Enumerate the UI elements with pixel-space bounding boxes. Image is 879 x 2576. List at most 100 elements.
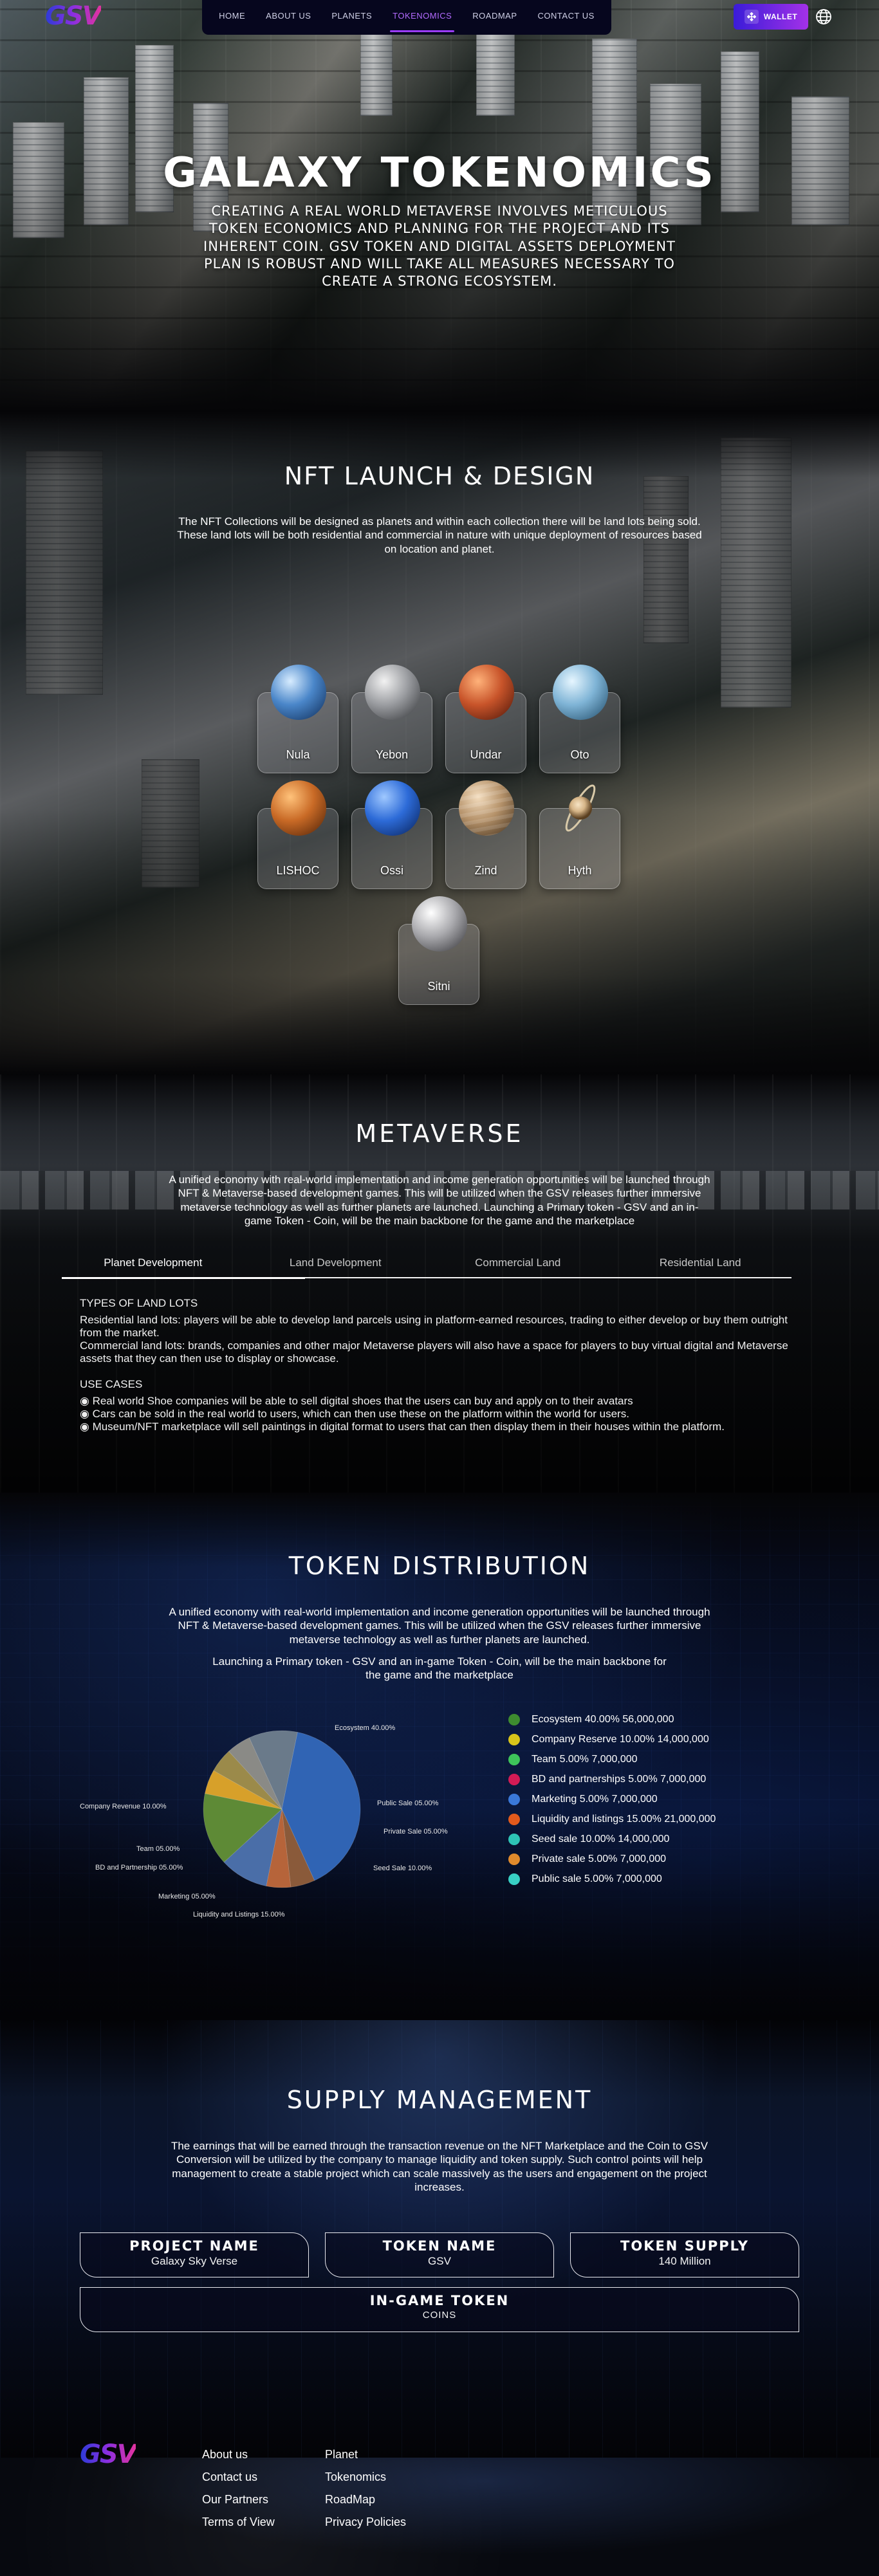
token-title: TOKEN DISTRIBUTION — [288, 1552, 591, 1580]
nft-text: The NFT Collections will be designed as … — [177, 515, 702, 555]
token-pie-chart — [203, 1730, 361, 1888]
metaverse-text: A unified economy with real-world implem… — [169, 1173, 710, 1227]
planet-nula-icon — [271, 665, 326, 720]
use-case-item: ◉ Real world Shoe companies will be able… — [80, 1395, 633, 1407]
legend-item: Private sale 5.00% 7,000,000 — [508, 1849, 779, 1869]
hero-title: GALAXY TOKENOMICS — [163, 149, 716, 197]
types-text-commercial: Commercial land lots: brands, companies … — [80, 1339, 788, 1365]
use-case-item: ◉ Museum/NFT marketplace will sell paint… — [80, 1421, 725, 1433]
main-menu: HOME ABOUT US PLANETS TOKENOMICS ROADMAP… — [202, 0, 611, 35]
types-text-residential: Residential land lots: players will be a… — [80, 1314, 788, 1339]
token-text-1: A unified economy with real-world implem… — [169, 1606, 710, 1646]
box-title: PROJECT NAME — [129, 2238, 259, 2254]
footer-link-planet[interactable]: Planet — [325, 2448, 358, 2461]
supply-box-project-name: PROJECT NAME Galaxy Sky Verse — [80, 2232, 309, 2277]
planet-name: Undar — [470, 748, 502, 761]
use-cases-heading: USE CASES — [80, 1378, 143, 1390]
supply-box-token-name: TOKEN NAME GSV — [325, 2232, 554, 2277]
legend-dot-icon — [508, 1853, 520, 1865]
metaverse-title: METAVERSE — [355, 1119, 524, 1148]
legend-label: BD and partnerships 5.00% 7,000,000 — [532, 1773, 707, 1785]
pie-label-public-sale: Public Sale 05.00% — [377, 1799, 439, 1807]
legend-item: Ecosystem 40.00% 56,000,000 — [508, 1709, 779, 1729]
footer-link-our-partners[interactable]: Our Partners — [202, 2493, 268, 2507]
menu-contact-us[interactable]: CONTACT US — [528, 0, 605, 35]
box-value: Galaxy Sky Verse — [151, 2255, 238, 2267]
footer-link-privacy[interactable]: Privacy Policies — [325, 2516, 406, 2529]
hero-text: CREATING A REAL WORLD METAVERSE INVOLVES… — [203, 203, 676, 290]
footer-link-terms[interactable]: Terms of View — [202, 2516, 275, 2529]
planet-card[interactable]: Oto — [539, 665, 620, 773]
supply-box-token-supply: TOKEN SUPPLY 140 Million — [570, 2232, 799, 2277]
box-value: 140 Million — [658, 2255, 711, 2267]
legend-item: Liquidity and listings 15.00% 21,000,000 — [508, 1809, 779, 1829]
planet-sitni-icon — [412, 896, 467, 952]
legend-label: Public sale 5.00% 7,000,000 — [532, 1873, 662, 1884]
planet-card[interactable]: Nula — [257, 665, 338, 773]
gsv-logo[interactable]: GSV — [45, 1, 102, 31]
supply-title: SUPPLY MANAGEMENT — [286, 2086, 593, 2114]
tab-planet-development[interactable]: Planet Development — [62, 1250, 245, 1277]
planet-name: Sitni — [427, 980, 450, 993]
types-heading: TYPES OF LAND LOTS — [80, 1297, 198, 1309]
box-title: IN-GAME TOKEN — [369, 2293, 510, 2308]
menu-home[interactable]: HOME — [208, 0, 255, 35]
planet-oto-icon — [553, 665, 608, 720]
box-value: GSV — [428, 2255, 451, 2267]
footer-gsv-logo[interactable]: GSV — [80, 2440, 137, 2469]
active-tab-indicator — [62, 1277, 305, 1279]
planet-card[interactable]: Yebon — [351, 665, 432, 773]
legend-dot-icon — [508, 1713, 520, 1725]
planet-card[interactable]: LISHOC — [257, 780, 338, 889]
box-title: TOKEN SUPPLY — [620, 2238, 749, 2254]
footer-link-contact-us[interactable]: Contact us — [202, 2470, 257, 2484]
box-value: COINS — [422, 2310, 457, 2321]
legend-dot-icon — [508, 1813, 520, 1825]
planet-name: Hyth — [568, 864, 592, 877]
tab-residential-land[interactable]: Residential Land — [609, 1250, 792, 1277]
planet-name: LISHOC — [276, 864, 320, 877]
planet-card[interactable]: Zind — [445, 780, 526, 889]
legend-label: Team 5.00% 7,000,000 — [532, 1753, 638, 1765]
menu-about-us[interactable]: ABOUT US — [255, 0, 321, 35]
legend-dot-icon — [508, 1773, 520, 1785]
tab-land-development[interactable]: Land Development — [245, 1250, 427, 1277]
footer-link-roadmap[interactable]: RoadMap — [325, 2493, 375, 2507]
menu-planets[interactable]: PLANETS — [321, 0, 382, 35]
supply-box-in-game-token: IN-GAME TOKEN COINS — [80, 2287, 799, 2332]
legend-item: Seed sale 10.00% 14,000,000 — [508, 1829, 779, 1849]
token-legend: Ecosystem 40.00% 56,000,000 Company Reser… — [508, 1709, 779, 1889]
pie-label-ecosystem: Ecosystem 40.00% — [335, 1724, 396, 1732]
radio-bullet-icon: ◉ — [80, 1408, 93, 1420]
page: { "nav": { "logo": "GSV", "menu": [ {"la… — [0, 0, 879, 2576]
globe-icon[interactable] — [815, 8, 833, 26]
planet-card[interactable]: Undar — [445, 665, 526, 773]
footer-link-tokenomics[interactable]: Tokenomics — [325, 2470, 386, 2484]
planet-zind-icon — [459, 780, 514, 836]
legend-item: Company Reserve 10.00% 14,000,000 — [508, 1729, 779, 1749]
pie-label-seed-sale: Seed Sale 10.00% — [373, 1864, 432, 1872]
legend-dot-icon — [508, 1733, 520, 1745]
planet-card[interactable]: Ossi — [351, 780, 432, 889]
top-navigation: GSV HOME ABOUT US PLANETS TOKENOMICS ROA… — [0, 0, 879, 36]
menu-roadmap[interactable]: ROADMAP — [462, 0, 527, 35]
planet-undar-icon — [459, 665, 514, 720]
legend-item: Marketing 5.00% 7,000,000 — [508, 1789, 779, 1809]
planet-ossi-icon — [365, 780, 420, 836]
footer — [0, 2458, 879, 2576]
legend-item: Team 5.00% 7,000,000 — [508, 1749, 779, 1769]
planet-name: Oto — [570, 748, 589, 761]
planet-card[interactable]: Hyth — [539, 784, 620, 889]
planet-card[interactable]: Sitni — [398, 896, 479, 1005]
footer-link-about-us[interactable]: About us — [202, 2448, 248, 2461]
legend-dot-icon — [508, 1833, 520, 1845]
legend-label: Marketing 5.00% 7,000,000 — [532, 1793, 658, 1805]
use-case-item: ◉ Cars can be sold in the real world to … — [80, 1408, 629, 1420]
nft-title: NFT LAUNCH & DESIGN — [284, 462, 595, 490]
legend-dot-icon — [508, 1753, 520, 1765]
legend-label: Liquidity and listings 15.00% 21,000,000 — [532, 1813, 716, 1825]
menu-tokenomics[interactable]: TOKENOMICS — [382, 0, 462, 35]
legend-dot-icon — [508, 1793, 520, 1805]
wallet-button[interactable]: WALLET — [734, 4, 808, 30]
tab-commercial-land[interactable]: Commercial Land — [427, 1250, 609, 1277]
